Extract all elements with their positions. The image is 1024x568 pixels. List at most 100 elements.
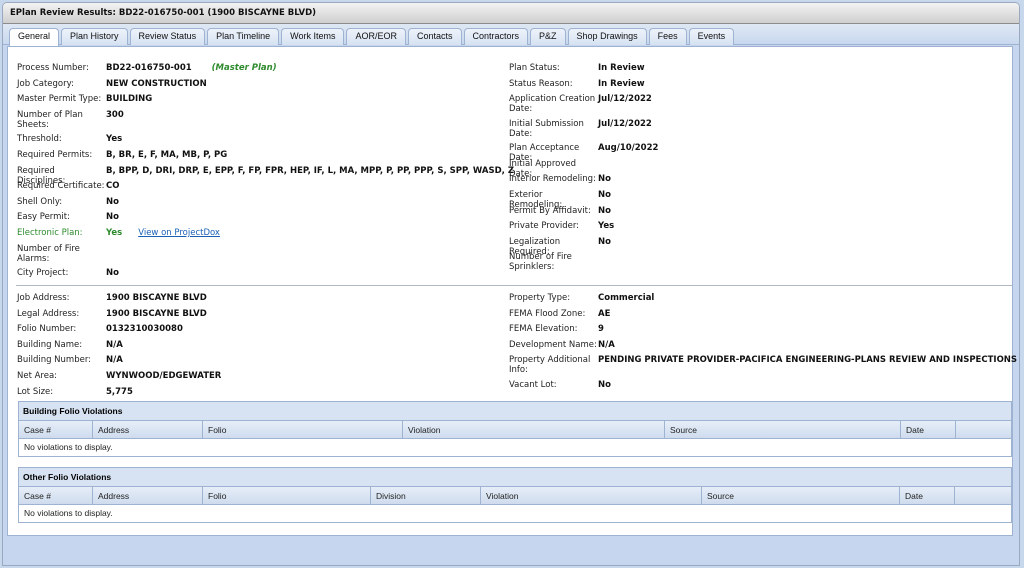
field-shell-only: Shell Only: No <box>17 197 497 213</box>
field-value: WYNWOOD/EDGEWATER <box>106 371 222 381</box>
field-label: Easy Permit: <box>17 212 70 223</box>
column-header[interactable]: Folio <box>203 421 403 438</box>
view-on-projectdox-link[interactable]: View on ProjectDox <box>138 228 220 238</box>
field-legal-address: Legal Address: 1900 BISCAYNE BLVD <box>17 309 497 325</box>
column-header[interactable] <box>956 421 1011 438</box>
field-label: Shell Only: <box>17 196 63 207</box>
field-value-wrap: No <box>106 268 119 278</box>
section-divider <box>16 285 1012 286</box>
building-folio-violations-table: Building Folio Violations Case # Address F… <box>18 401 1012 457</box>
tab-plan-history[interactable]: Plan History <box>61 28 128 45</box>
field-label: Initial Submission Date: <box>509 118 584 139</box>
building-violations-empty: No violations to display. <box>24 442 113 452</box>
field-job-address: Job Address: 1900 BISCAYNE BLVD <box>17 293 497 309</box>
tab-work-items[interactable]: Work Items <box>281 28 345 45</box>
tab-shop-drawings[interactable]: Shop Drawings <box>567 28 647 45</box>
tab-strip: General Plan History Review Status Plan Tim… <box>3 24 1019 46</box>
general-panel: Process Number: BD22-016750-001 (Master Pl… <box>7 46 1017 536</box>
other-violations-header: Case # Address Folio Division Violation Sourc… <box>19 487 1011 505</box>
column-header[interactable]: Source <box>665 421 901 438</box>
field-value-wrap: No <box>598 237 611 247</box>
field-value-wrap: N/A <box>598 340 615 350</box>
field-easy-permit: Easy Permit: No <box>17 212 497 228</box>
field-value-wrap: Jul/12/2022 <box>598 94 652 104</box>
field-value: No <box>598 236 611 247</box>
field-label: Legal Address: <box>17 308 80 319</box>
field-lot-size: Lot Size: 5,775 <box>17 387 497 403</box>
field-building-number: Building Number: N/A <box>17 355 497 371</box>
field-property-additional-info: Property Additional Info: PENDING PRIVATE… <box>509 355 1017 375</box>
field-value: N/A <box>598 339 615 350</box>
column-header[interactable]: Violation <box>481 487 702 504</box>
other-violations-title: Other Folio Violations <box>19 468 1011 487</box>
field-label: Building Number: <box>17 355 92 366</box>
field-label: Number of Fire Sprinklers: <box>509 252 572 273</box>
field-value: 5,775 <box>106 386 133 397</box>
column-header[interactable]: Case # <box>19 421 93 438</box>
master-plan-note: (Master Plan) <box>211 63 277 73</box>
column-header[interactable]: Address <box>93 421 203 438</box>
field-value-wrap: Yes <box>598 221 614 231</box>
field-label: Interior Remodeling: <box>509 174 596 185</box>
eplan-review-window: EPlan Review Results: BD22-016750-001 (1… <box>2 2 1020 566</box>
column-header[interactable]: Case # <box>19 487 93 504</box>
tab-contractors[interactable]: Contractors <box>463 28 529 45</box>
field-label: Threshold: <box>17 134 62 145</box>
field-value-wrap: 1900 BISCAYNE BLVD <box>106 293 207 303</box>
building-violations-header: Case # Address Folio Violation Source Date <box>19 421 1011 439</box>
column-header[interactable] <box>955 487 1011 504</box>
field-value: Yes <box>598 221 615 232</box>
field-required-permits: Required Permits: B, BR, E, F, MA, MB, P,… <box>17 150 497 166</box>
field-building-name: Building Name: N/A <box>17 340 497 356</box>
field-value-wrap: 5,775 <box>106 387 133 397</box>
tab-review-status[interactable]: Review Status <box>129 28 206 45</box>
tab-events[interactable]: Events <box>688 28 735 45</box>
field-required-certificate: Required Certificate: CO <box>17 181 497 197</box>
tab-aor-eor[interactable]: AOR/EOR <box>346 28 406 45</box>
field-value: Jul/12/2022 <box>598 94 652 105</box>
tab-general[interactable]: General <box>9 28 60 46</box>
column-header[interactable]: Division <box>371 487 481 504</box>
field-label: Electronic Plan: <box>17 227 83 238</box>
field-value: No <box>598 205 611 216</box>
field-electronic-plan: Electronic Plan: Yes View on ProjectDox <box>17 228 497 244</box>
field-initial-approved-date: Initial Approved Date: <box>509 159 1009 179</box>
field-folio-number: Folio Number: 0132310030080 <box>17 324 497 340</box>
field-value-wrap: Commercial <box>598 293 654 303</box>
window-title: EPlan Review Results: BD22-016750-001 (1… <box>3 3 1019 24</box>
field-value-wrap: Yes View on ProjectDox <box>106 228 220 238</box>
tab-contacts[interactable]: Contacts <box>407 28 462 45</box>
field-net-area: Net Area: WYNWOOD/EDGEWATER <box>17 371 497 387</box>
field-value-wrap: 1900 BISCAYNE BLVD <box>106 309 207 319</box>
field-label: Vacant Lot: <box>509 379 557 390</box>
field-label: Job Address: <box>17 293 70 303</box>
field-label: Master Permit Type: <box>17 94 102 105</box>
field-value-wrap: No <box>598 380 611 390</box>
field-property-type: Property Type: Commercial <box>509 293 1009 309</box>
field-label: FEMA Flood Zone: <box>509 308 586 319</box>
tab-fees[interactable]: Fees <box>648 28 687 45</box>
column-header[interactable]: Violation <box>403 421 665 438</box>
field-value-wrap: CO <box>106 181 119 191</box>
field-interior-remodeling: Interior Remodeling: No <box>509 174 1009 190</box>
column-header[interactable]: Date <box>900 487 955 504</box>
field-label: Property Type: <box>509 293 571 303</box>
tab-plan-timeline[interactable]: Plan Timeline <box>207 28 280 45</box>
column-header[interactable]: Date <box>901 421 956 438</box>
field-value: Yes <box>106 227 123 238</box>
field-value-wrap: No <box>598 174 611 184</box>
field-status-reason: Status Reason: In Review <box>509 79 1009 95</box>
field-label: Application Creation Date: <box>509 94 596 115</box>
field-label: Job Category: <box>17 78 74 89</box>
column-header[interactable]: Address <box>93 487 203 504</box>
column-header[interactable]: Folio <box>203 487 371 504</box>
other-violations-empty: No violations to display. <box>24 508 113 518</box>
field-value-wrap: N/A <box>106 340 123 350</box>
field-plan-status: Plan Status: In Review <box>509 63 1009 79</box>
column-header[interactable]: Source <box>702 487 900 504</box>
tab-p-z[interactable]: P&Z <box>530 28 566 45</box>
field-label: Property Additional Info: <box>509 355 591 376</box>
field-value-wrap: Aug/10/2022 <box>598 143 658 153</box>
field-label: FEMA Elevation: <box>509 324 578 335</box>
field-value: B, BPP, D, DRI, DRP, E, EPP, F, FP, FPR,… <box>106 165 514 176</box>
